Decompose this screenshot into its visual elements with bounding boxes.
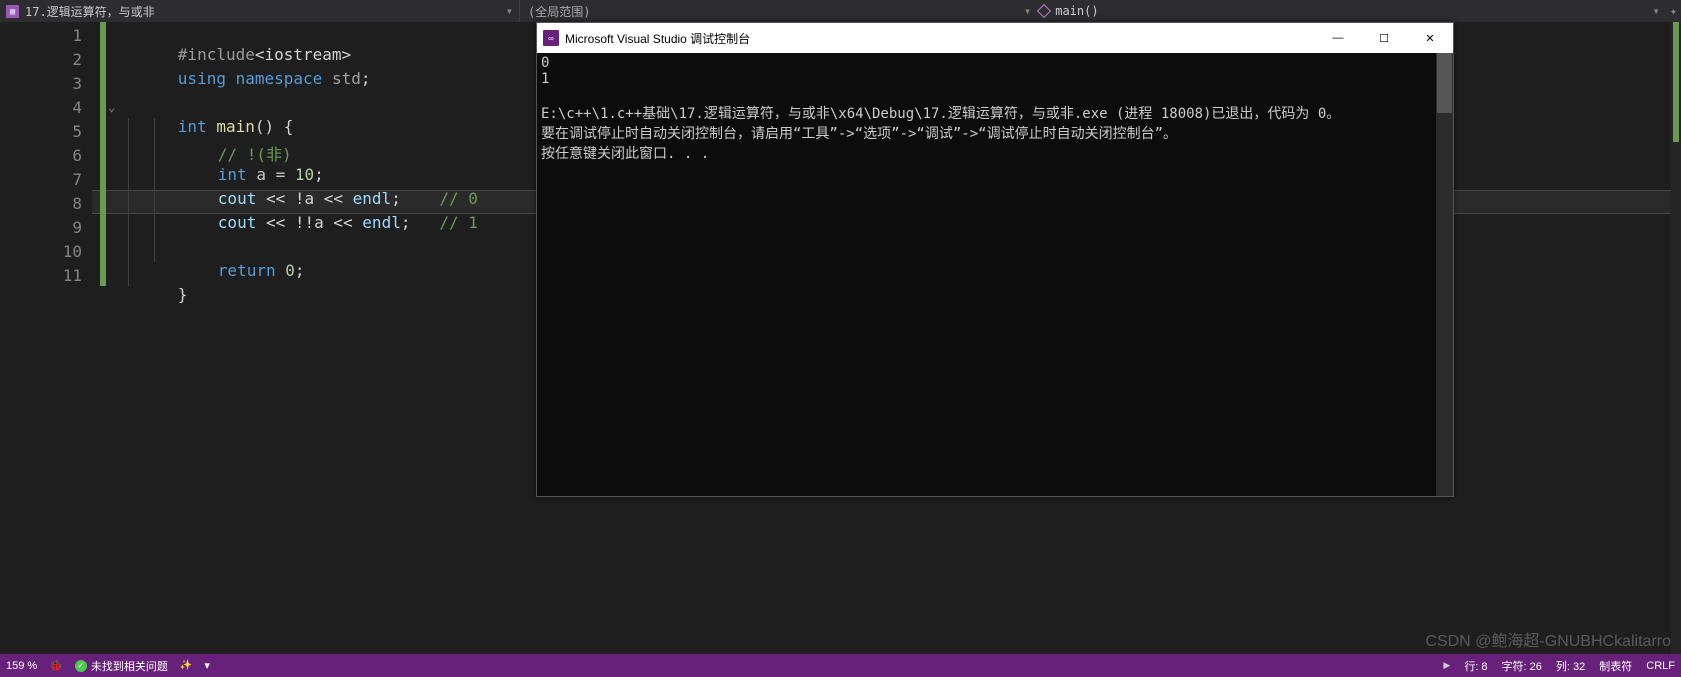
debug-console-window[interactable]: ∞ Microsoft Visual Studio 调试控制台 ― ☐ ✕ 0 …: [536, 22, 1454, 497]
console-titlebar[interactable]: ∞ Microsoft Visual Studio 调试控制台 ― ☐ ✕: [537, 23, 1453, 53]
feedback-icon[interactable]: 🐞: [49, 659, 63, 672]
line-number: 7: [72, 170, 82, 189]
line-number: 9: [72, 218, 82, 237]
line-number: 4: [72, 98, 82, 117]
cursor-line[interactable]: 行: 8: [1464, 658, 1487, 674]
eol-mode[interactable]: CRLF: [1646, 660, 1675, 672]
fold-collapse-icon[interactable]: ⌄: [108, 100, 115, 114]
maximize-button[interactable]: ☐: [1361, 23, 1407, 53]
line-number: 3: [72, 74, 82, 93]
vs-console-icon: ∞: [543, 30, 559, 46]
function-label: main(): [1055, 4, 1098, 18]
line-number: 6: [72, 146, 82, 165]
function-cube-icon: [1037, 4, 1051, 18]
context-bar: (全局范围) ▾ main() ▾ ✦: [520, 0, 1681, 22]
close-button[interactable]: ✕: [1407, 23, 1453, 53]
cpp-file-icon: ▧: [6, 5, 19, 18]
file-tab[interactable]: ▧ 17.逻辑运算符，与或非 ▾: [0, 0, 520, 22]
zoom-level[interactable]: 159 %: [6, 660, 37, 672]
status-bar: 159 % 🐞 ✓ 未找到相关问题 ▾ 行: 8 字符: 26 列: 32 制表…: [0, 654, 1681, 677]
function-dropdown[interactable]: main(): [1031, 4, 1106, 18]
overview-change-marker: [1673, 22, 1679, 142]
line-number: 5: [72, 122, 82, 141]
console-output[interactable]: 0 1 E:\c++\1.c++基础\17.逻辑运算符，与或非\x64\Debu…: [537, 53, 1453, 496]
line-number: 1: [72, 26, 82, 45]
line-number: 11: [63, 266, 82, 285]
cursor-char[interactable]: 字符: 26: [1502, 658, 1542, 674]
code-line-11[interactable]: }: [120, 266, 187, 323]
split-editor-icon[interactable]: ✦: [1670, 4, 1677, 18]
console-scroll-thumb[interactable]: [1437, 53, 1452, 113]
scope-dropdown-arrow[interactable]: ▾: [1024, 4, 1031, 18]
window-control-buttons: ― ☐ ✕: [1315, 23, 1453, 53]
quick-actions-icon[interactable]: [180, 660, 192, 671]
line-number: 2: [72, 50, 82, 69]
check-icon: ✓: [75, 660, 87, 672]
top-tab-bar: ▧ 17.逻辑运算符，与或非 ▾ (全局范围) ▾ main() ▾ ✦: [0, 0, 1681, 22]
cursor-col[interactable]: 列: 32: [1556, 658, 1585, 674]
console-title: Microsoft Visual Studio 调试控制台: [565, 30, 1315, 47]
function-dropdown-arrow[interactable]: ▾: [1653, 4, 1660, 18]
change-indicator-bar: [100, 22, 106, 286]
indent-mode[interactable]: 制表符: [1599, 658, 1632, 674]
line-number-gutter: 1 2 3 4 5 6 7 8 9 10 11: [0, 22, 92, 654]
scope-dropdown[interactable]: (全局范围): [520, 3, 1020, 20]
line-number: 10: [63, 242, 82, 261]
line-number: 8: [72, 194, 82, 213]
dropdown-arrow-icon[interactable]: ▾: [204, 659, 210, 672]
tab-dropdown-arrow[interactable]: ▾: [506, 4, 513, 18]
minimize-button[interactable]: ―: [1315, 23, 1361, 53]
issues-status[interactable]: ✓ 未找到相关问题: [75, 658, 168, 674]
editor-overview-ruler[interactable]: [1671, 22, 1681, 654]
scope-label: (全局范围): [528, 5, 590, 19]
file-tab-label: 17.逻辑运算符，与或非: [25, 3, 155, 20]
console-scrollbar[interactable]: [1436, 53, 1453, 496]
run-indicator-icon[interactable]: [1443, 660, 1450, 671]
tab-right-controls: ▾ ✦: [1649, 4, 1681, 18]
